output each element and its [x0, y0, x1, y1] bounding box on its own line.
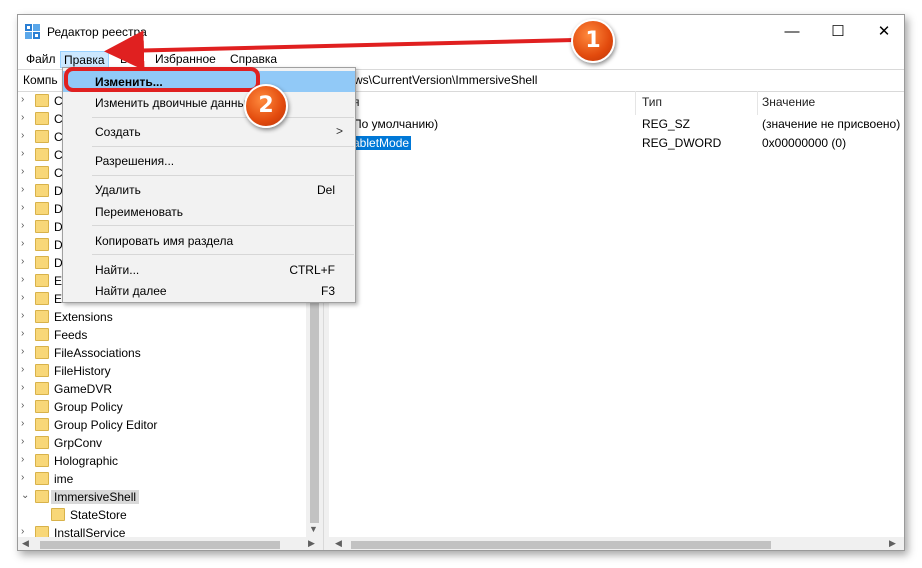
step-2-badge: 2: [244, 84, 288, 128]
highlight-ring: [64, 67, 260, 92]
arrow-line: [104, 30, 575, 71]
step-1-badge: 1: [571, 19, 615, 63]
